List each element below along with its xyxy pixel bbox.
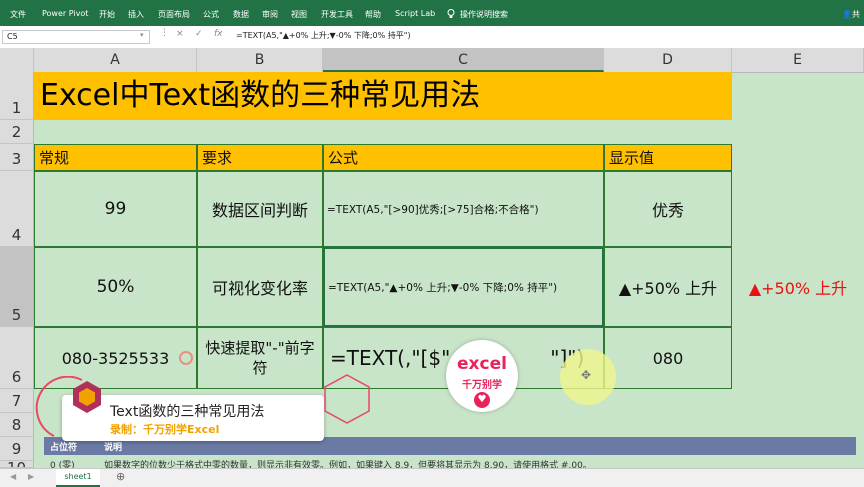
sheet-title-cell[interactable]: Excel中Text函数的三种常见用法 [34,72,732,120]
logo-text-excel: excel [457,354,507,374]
channel-logo: excel 千万别学 ♥ [446,340,518,412]
hexagon-badge-icon [73,381,101,413]
cell-a5[interactable]: 50% [34,247,197,327]
cancel-icon[interactable]: × [176,29,184,39]
menu-help[interactable]: 帮助 [365,9,381,20]
name-box[interactable]: C5 [2,30,150,44]
next-sheet-icon[interactable]: ▶ [28,472,34,481]
row-header-6[interactable]: 6 [0,327,34,389]
cell-b6[interactable]: 快速提取"-"前字符 [197,327,323,389]
row-header-2[interactable]: 2 [0,120,34,144]
heart-icon: ♥ [474,392,490,408]
sheet-tab[interactable]: sheet1 [56,469,100,487]
cursor-ring-icon [179,351,193,365]
add-sheet-icon[interactable]: ⊕ [116,470,125,483]
row-header-3[interactable]: 3 [0,144,34,171]
column-header-d[interactable]: D [604,48,732,72]
cell-c5-selected[interactable]: =TEXT(A5,"▲+0% 上升;▼-0% 下降;0% 持平") [323,247,604,327]
menu-file[interactable]: 文件 [10,9,26,20]
sheet-tab-bar: ◀ ▶ sheet1 ⊕ [0,468,864,487]
enter-icon[interactable]: ✓ [195,29,203,39]
row-header-9[interactable]: 9 [0,437,34,461]
column-header-e[interactable]: E [732,48,864,72]
caption-credit: 录制：千万别学Excel [110,423,220,436]
ribbon-menu-bar: 文件 Power Pivot 开始 插入 页面布局 公式 数据 审阅 视图 开发… [0,0,864,26]
header-cell-requirement[interactable]: 要求 [197,144,323,171]
menu-insert[interactable]: 插入 [128,9,144,20]
formula-bar-handle-icon: ⋮ [160,28,169,38]
hexagon-outline-decoration [324,374,370,424]
select-all-corner[interactable] [0,48,34,72]
cell-c4[interactable]: =TEXT(A5,"[>90]优秀;[>75]合格;不合格") [323,171,604,247]
move-cursor-icon: ✥ [581,368,592,382]
name-box-dropdown-icon[interactable]: ▾ [140,31,144,39]
menu-review[interactable]: 审阅 [262,9,278,20]
header-cell-general[interactable]: 常规 [34,144,197,171]
row-header-8[interactable]: 8 [0,413,34,437]
menu-page-layout[interactable]: 页面布局 [158,9,190,20]
share-button[interactable]: 👤共 [842,9,860,20]
cell-a4[interactable]: 99 [34,171,197,247]
menu-script-lab[interactable]: Script Lab [395,9,435,18]
placeholder-zero: 0 (零) [50,461,75,468]
header-cell-display[interactable]: 显示值 [604,144,732,171]
logo-text-subtitle: 千万别学 [462,380,502,391]
insert-function-icon[interactable]: fx [214,29,223,39]
menu-formulas[interactable]: 公式 [203,9,219,20]
cell-d5[interactable]: ▲+50% 上升 [604,247,732,327]
click-highlight: ✥ [560,349,616,405]
column-headers: A B C D E [0,48,864,73]
caption-title: Text函数的三种常见用法 [110,404,265,420]
row-header-4[interactable]: 4 [0,171,34,247]
col-description-label: 说明 [104,443,123,453]
row-header-5[interactable]: 5 [0,247,34,327]
formula-input[interactable]: =TEXT(A5,"▲+0% 上升;▼-0% 下降;0% 持平") [236,30,411,42]
row-header-7[interactable]: 7 [0,389,34,413]
cell-b4[interactable]: 数据区间判断 [197,171,323,247]
table-row: 0 (零) 如果数字的位数少于格式中零的数量，则显示非有效零。例如，如果键入 8… [44,456,856,468]
column-header-a[interactable]: A [34,48,197,72]
column-header-c[interactable]: C [323,48,604,72]
cell-e5[interactable]: ▲+50% 上升 [732,247,864,327]
prev-sheet-icon[interactable]: ◀ [10,472,16,481]
row-header-1[interactable]: 1 [0,72,34,120]
header-cell-formula[interactable]: 公式 [323,144,604,171]
tell-me-search[interactable]: 操作说明搜索 [460,9,508,20]
menu-view[interactable]: 视图 [291,9,307,20]
row-header-10[interactable]: 10 [0,461,34,468]
cell-c6-formula-start: =TEXT(,"[$" [330,346,451,370]
formula-bar: C5 ▾ ⋮ × ✓ fx =TEXT(A5,"▲+0% 上升;▼-0% 下降;… [0,26,864,49]
cell-d6[interactable]: 080 [604,327,732,389]
column-header-b[interactable]: B [197,48,323,72]
menu-data[interactable]: 数据 [233,9,249,20]
lightbulb-icon [447,9,455,21]
cell-b5[interactable]: 可视化变化率 [197,247,323,327]
menu-power-pivot[interactable]: Power Pivot [42,9,88,18]
menu-developer[interactable]: 开发工具 [321,9,353,20]
menu-home[interactable]: 开始 [99,9,115,20]
person-icon: 👤 [842,10,852,19]
placeholder-zero-description: 如果数字的位数少于格式中零的数量，则显示非有效零。例如，如果键入 8.9，但要将… [104,461,592,468]
cell-d4[interactable]: 优秀 [604,171,732,247]
